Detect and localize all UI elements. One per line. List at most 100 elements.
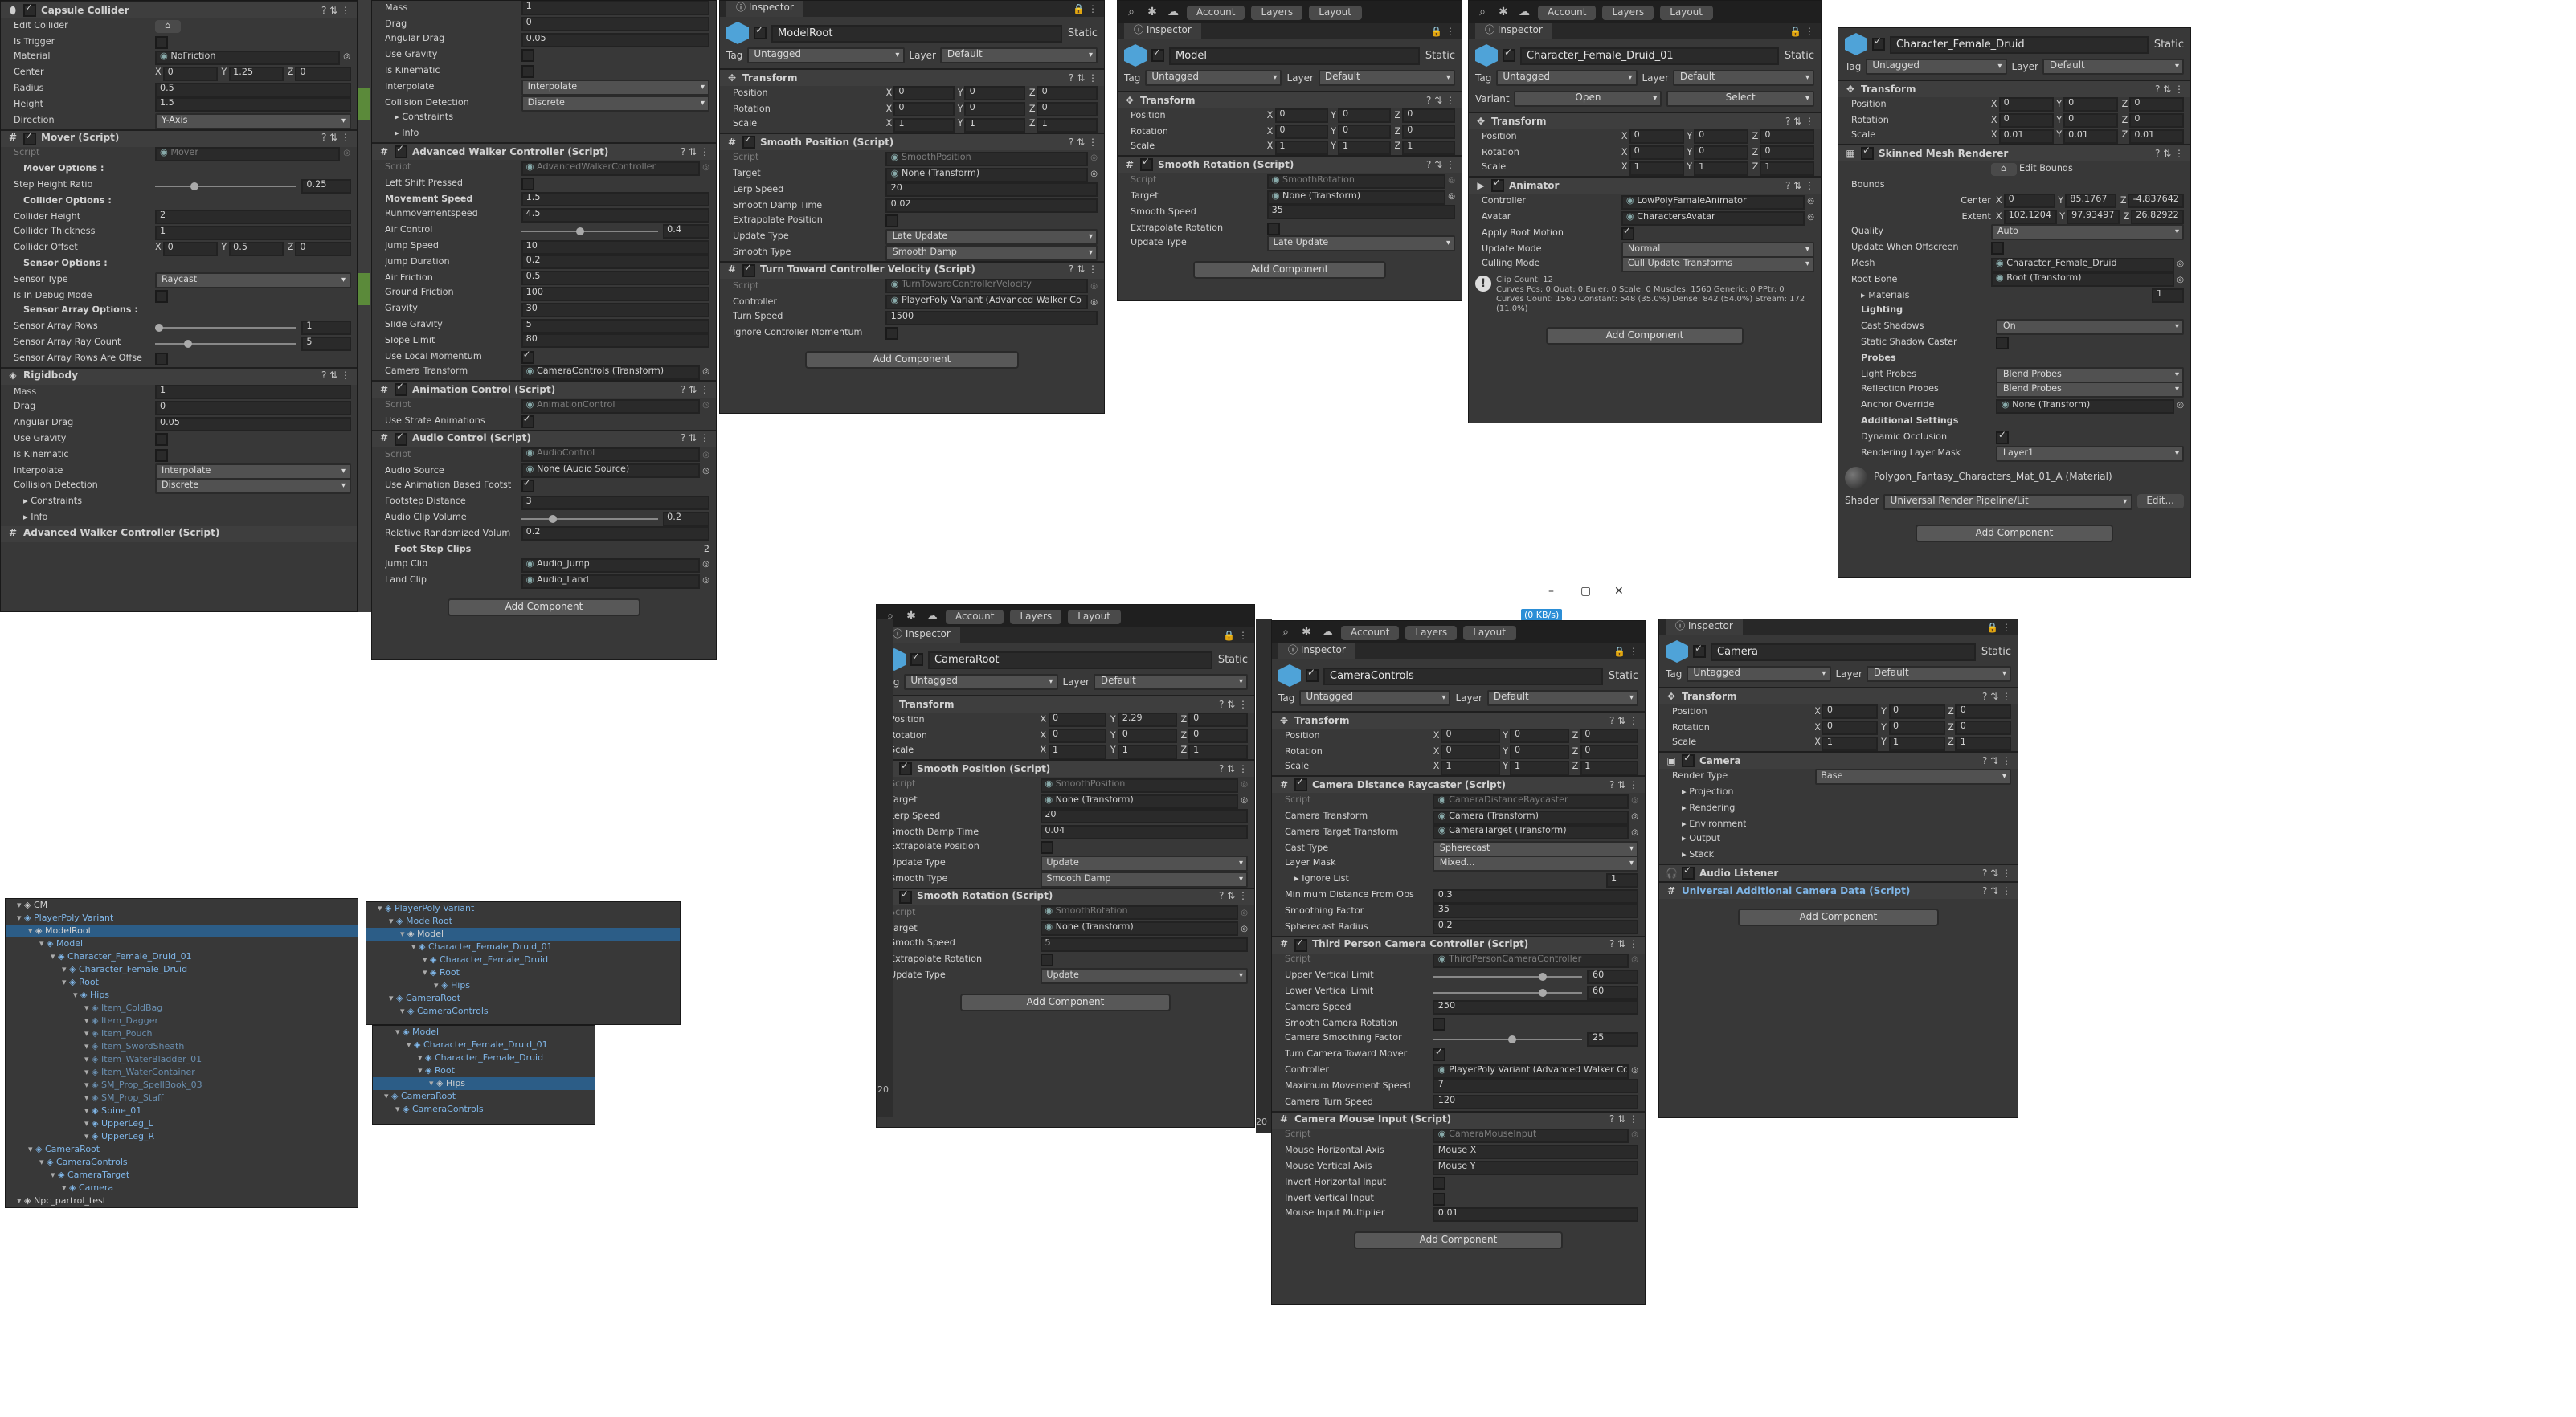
transform-pos-xyz[interactable]: X0Y0Z0	[1991, 97, 2184, 112]
transform-scale-y[interactable]: 1	[1117, 744, 1178, 759]
object-field-script[interactable]: ThirdPersonCameraController	[1433, 953, 1629, 968]
transform-rot-z[interactable]: 0	[1037, 102, 1098, 117]
transform-rot-xyz[interactable]: X0Y0Z0	[1433, 745, 1638, 760]
object-field-script[interactable]: SmoothPosition	[1040, 778, 1238, 793]
object-picker-icon[interactable]: ◎	[2177, 259, 2184, 269]
checkbox-is-in-debug-mode[interactable]	[154, 289, 168, 303]
hierarchy-item[interactable]: ▾ ◈ Hips	[366, 979, 680, 992]
checkbox-static-shadow-caster[interactable]	[1996, 337, 2010, 350]
axis-field-z[interactable]: 0	[295, 241, 350, 256]
object-picker-icon[interactable]: ◎	[1241, 781, 1248, 790]
axis-field-x[interactable]: 0	[162, 241, 219, 256]
dropdown-update-type[interactable]: Update	[1040, 968, 1248, 985]
extent-x[interactable]: 102.1204	[2003, 210, 2057, 225]
transform-pos-y[interactable]: 0	[1510, 729, 1569, 744]
transform-rot-x[interactable]: 0	[1274, 125, 1328, 140]
object-picker-icon[interactable]: ◎	[1090, 282, 1098, 292]
object-field-script[interactable]: Mover	[154, 146, 341, 161]
extent-y[interactable]: 97.93497	[2067, 210, 2120, 225]
transform-header[interactable]: ✥ Transform ? ⇅ ⋮	[1469, 113, 1821, 129]
transform-scale-x[interactable]: 1	[1048, 744, 1107, 759]
object-field-controller[interactable]: LowPolyFamaleAnimator	[1621, 194, 1805, 210]
smr-header[interactable]: ▦ Skinned Mesh Renderer ? ⇅ ⋮	[1838, 145, 2190, 162]
hierarchy-item[interactable]: ▾ ◈ Model	[373, 1026, 595, 1039]
checkbox-smooth-camera-rotation[interactable]	[1433, 1017, 1446, 1031]
object-picker-icon[interactable]: ◎	[1631, 797, 1638, 807]
transform-scale-x[interactable]: 1	[1822, 736, 1879, 751]
field-turn-speed[interactable]: 1500	[885, 310, 1098, 325]
slider-upper-vertical-limit[interactable]: 60	[1433, 969, 1638, 984]
foldout-count-ignore-list[interactable]: 1	[1606, 872, 1638, 888]
add-component-button[interactable]: Add Component	[448, 598, 640, 617]
transform-scale-xyz[interactable]: X1Y1Z1	[1267, 140, 1455, 155]
layers-button[interactable]: Layers	[1602, 5, 1654, 19]
hierarchy-item[interactable]: ▾ ◈ Item_Dagger	[6, 1015, 358, 1027]
transform-scale-x[interactable]: 1	[1274, 140, 1328, 155]
cloud-icon[interactable]: ☁	[925, 609, 939, 623]
field-mass[interactable]: 1	[154, 385, 350, 400]
expand-arrow-icon[interactable]: ▾	[62, 977, 69, 987]
raycaster-enable-checkbox[interactable]	[1294, 778, 1307, 792]
layout-button[interactable]: Layout	[1463, 625, 1515, 639]
hierarchy-item[interactable]: ▾ ◈ Root	[6, 976, 358, 989]
expand-arrow-icon[interactable]: ▾	[400, 1006, 407, 1016]
object-picker-icon[interactable]: ◎	[1631, 1131, 1638, 1141]
foldout-constraints[interactable]: Constraints	[385, 114, 453, 124]
slider-knob[interactable]	[1538, 988, 1547, 997]
hierarchy-item[interactable]: ▾ ◈ PlayerPoly Variant	[6, 912, 358, 925]
field-mouse-horizontal-axis[interactable]: Mouse X	[1433, 1144, 1638, 1159]
object-picker-icon[interactable]: ◎	[702, 401, 709, 410]
object-picker-icon[interactable]: ◎	[1631, 956, 1638, 966]
foldout-ignore-list[interactable]: Ignore List	[1285, 876, 1349, 885]
smooth-position-header[interactable]: #Smooth Position (Script)? ⇅ ⋮	[877, 761, 1254, 778]
transform-pos-x[interactable]: 0	[1441, 729, 1500, 744]
object-name-field[interactable]: Character_Female_Druid	[1890, 35, 2149, 53]
checkbox-extrapolate-rotation[interactable]	[1040, 954, 1053, 967]
object-field-script[interactable]: SmoothRotation	[1266, 174, 1445, 189]
layers-button[interactable]: Layers	[1405, 625, 1458, 639]
transform-pos-y[interactable]: 0	[2063, 97, 2119, 112]
component-tools[interactable]: ? ⇅ ⋮	[681, 146, 709, 157]
active-checkbox[interactable]	[910, 651, 923, 666]
dropdown-cast-shadows[interactable]: On	[1996, 319, 2184, 336]
component-tools[interactable]: ? ⇅ ⋮	[1785, 181, 1814, 192]
object-picker-icon[interactable]: ◎	[1631, 812, 1638, 822]
expand-arrow-icon[interactable]: ▾	[84, 1131, 92, 1141]
transform-pos-z[interactable]: 0	[1037, 86, 1098, 101]
field-spherecast-radius[interactable]: 0.2	[1433, 920, 1638, 935]
component-tools[interactable]: ? ⇅ ⋮	[1982, 885, 2011, 896]
cloud-icon[interactable]: ☁	[1166, 5, 1180, 19]
tag-dropdown[interactable]: Untagged	[1496, 70, 1638, 86]
transform-rot-x[interactable]: 0	[1822, 721, 1879, 736]
object-picker-icon[interactable]: ◎	[1090, 297, 1098, 307]
hierarchy-item[interactable]: ▾ ◈ Root	[366, 966, 680, 979]
transform-rot-x[interactable]: 0	[1441, 745, 1500, 760]
transform-rot-xyz[interactable]: X0Y0Z0	[1267, 125, 1455, 140]
transform-scale-xyz[interactable]: X 0.01 Y 0.01 Z 0.01	[1991, 129, 2184, 144]
component-tools[interactable]: ? ⇅ ⋮	[321, 370, 350, 382]
slider-value-step-height-ratio[interactable]: 0.25	[301, 178, 350, 194]
transform-pos-xyz[interactable]: X0Y0Z0	[1814, 704, 2011, 720]
hierarchy-item[interactable]: ▾ ◈ UpperLeg_R	[6, 1130, 358, 1143]
object-field-avatar[interactable]: CharactersAvatar	[1621, 210, 1805, 226]
foldout-projection[interactable]: Projection	[1672, 788, 1733, 798]
dropdown-interpolate[interactable]: Interpolate	[154, 463, 350, 480]
transform-scale-z[interactable]: 1	[1402, 140, 1455, 155]
dropdown-collision-detection[interactable]: Discrete	[154, 478, 350, 495]
animator-enable-checkbox[interactable]	[1491, 178, 1504, 193]
checkbox-turn-camera-toward-mover[interactable]	[1433, 1048, 1446, 1062]
open-prefab-button[interactable]: Open	[1514, 91, 1662, 107]
expand-arrow-icon[interactable]: ▾	[62, 1182, 69, 1193]
foldout-info[interactable]: Info	[385, 130, 419, 140]
add-component-button[interactable]: Add Component	[1354, 1231, 1563, 1250]
active-checkbox[interactable]	[1151, 47, 1164, 62]
hierarchy-item[interactable]: ▾ ◈ Character_Female_Druid	[6, 963, 358, 976]
expand-arrow-icon[interactable]: ▾	[84, 1015, 92, 1026]
component-tools[interactable]: ? ⇅ ⋮	[1982, 756, 2011, 767]
transform-rot-xyz[interactable]: X0Y0Z0	[1814, 721, 2011, 736]
slider-value-upper-vertical-limit[interactable]: 60	[1587, 969, 1638, 984]
slider-lower-vertical-limit[interactable]: 60	[1433, 985, 1638, 1000]
layer-dropdown[interactable]: Default	[1673, 70, 1814, 86]
checkbox-use-local-momentum[interactable]	[521, 350, 534, 364]
tag-dropdown[interactable]: Untagged	[904, 674, 1058, 690]
